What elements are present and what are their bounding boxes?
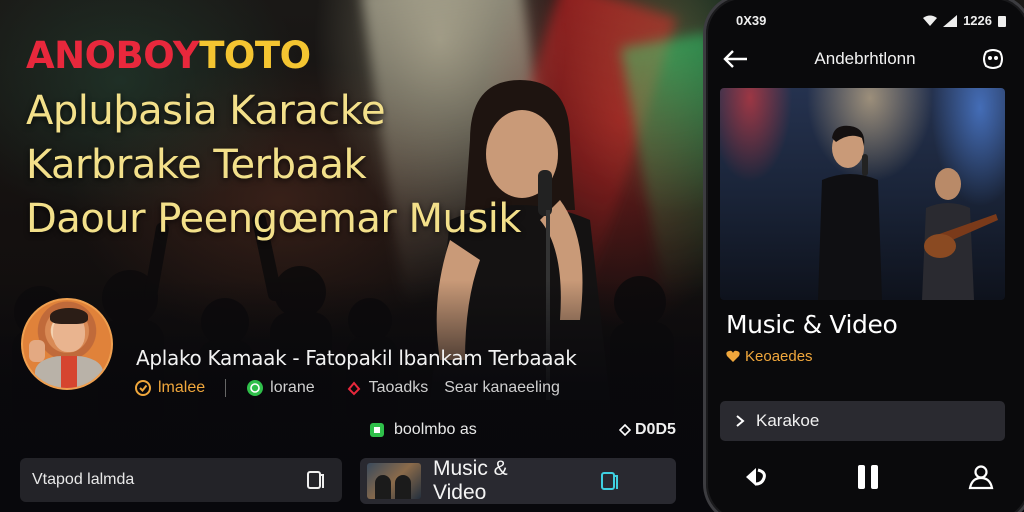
- meta-label: lorane: [270, 379, 315, 396]
- meta-label: Taoadks: [368, 379, 429, 396]
- phone-video-player[interactable]: [720, 88, 1005, 300]
- wifi-icon: [923, 15, 938, 27]
- playback-controls: [742, 461, 994, 493]
- signal-icon: [943, 14, 958, 27]
- phone-status-bar: 0X39 1226: [736, 13, 1006, 28]
- phone-video-subtitle-text: Keoaedes: [745, 348, 813, 365]
- copy-icon[interactable]: [555, 470, 665, 492]
- music-video-bar[interactable]: Music & Video: [360, 457, 676, 504]
- diamond-icon: [619, 424, 631, 436]
- headline-line-2: Karbrake Terbaak: [26, 142, 367, 188]
- heart-icon[interactable]: [726, 350, 740, 363]
- play-arrow-icon: [345, 379, 363, 397]
- video-bar-label: Vtapod lalmda: [32, 471, 135, 488]
- phone-header: Andebrhtlonn: [723, 41, 1005, 77]
- headline-line-3: Daour Peengœmar Musik: [26, 196, 522, 242]
- android-icon: [368, 421, 386, 439]
- phone-video-title: Music & Video: [726, 310, 898, 339]
- presenter-avatar: [21, 298, 113, 390]
- stat-downloads: boolmbo as: [368, 421, 477, 439]
- meta-item-search[interactable]: Sear kanaeeling: [444, 379, 560, 397]
- share-icon[interactable]: [981, 47, 1005, 71]
- playlist-item-label: Karakoe: [756, 411, 820, 430]
- pause-icon[interactable]: [855, 463, 881, 491]
- meta-item-share[interactable]: lorane: [246, 379, 315, 397]
- headline: Apluþasia Karacke Karbrake Terbaak Daour…: [26, 84, 666, 246]
- copy-icon[interactable]: [304, 469, 326, 491]
- video-bar-left[interactable]: Vtapod lalmda: [20, 458, 342, 502]
- profile-icon[interactable]: [968, 464, 994, 490]
- guitarist-figure: [922, 168, 998, 300]
- phone-mockup: 0X39 1226 Andebrhtlonn Music & Video Keo…: [703, 0, 1024, 512]
- music-video-label: Music & Video: [433, 457, 508, 504]
- star-badge-icon: [134, 379, 152, 397]
- brand-name-part2: TOTO: [199, 34, 311, 77]
- battery-icon: [998, 15, 1006, 27]
- meta-label: Sear kanaeeling: [444, 379, 560, 396]
- stat-count: D0D5: [619, 421, 676, 439]
- headline-line-1: Apluþasia Karacke: [26, 88, 386, 134]
- brand-name-part1: ANOBOY: [26, 34, 200, 77]
- phone-video-subtitle: Keoaedes: [726, 348, 813, 365]
- chevron-right-icon: [734, 414, 746, 428]
- back-arrow-icon[interactable]: [723, 49, 749, 69]
- status-time: 0X39: [736, 13, 767, 28]
- app-title: Aplako Kamaak - Fatopakil lbankam Terbaa…: [136, 346, 577, 370]
- whatsapp-icon: [246, 379, 264, 397]
- meta-item-rating[interactable]: lmalee: [134, 379, 205, 397]
- singer-figure: [818, 125, 882, 300]
- app-meta-row: lmalee lorane Taoadks Sear kanaeeling: [134, 377, 560, 399]
- meta-item-tracks[interactable]: Taoadks: [345, 379, 429, 397]
- phone-header-title: Andebrhtlonn: [814, 49, 916, 68]
- stat-value: D0D5: [635, 421, 676, 438]
- stat-label: boolmbo as: [394, 421, 477, 438]
- status-battery-text: 1226: [963, 13, 992, 28]
- meta-label: lmalee: [158, 379, 206, 396]
- playlist-item-karaoke[interactable]: Karakoe: [720, 401, 1005, 441]
- brand-logo: ANOBOYTOTO: [26, 34, 311, 77]
- skip-back-icon[interactable]: [742, 464, 768, 490]
- divider: [225, 379, 227, 397]
- music-video-thumbnail: [367, 463, 421, 499]
